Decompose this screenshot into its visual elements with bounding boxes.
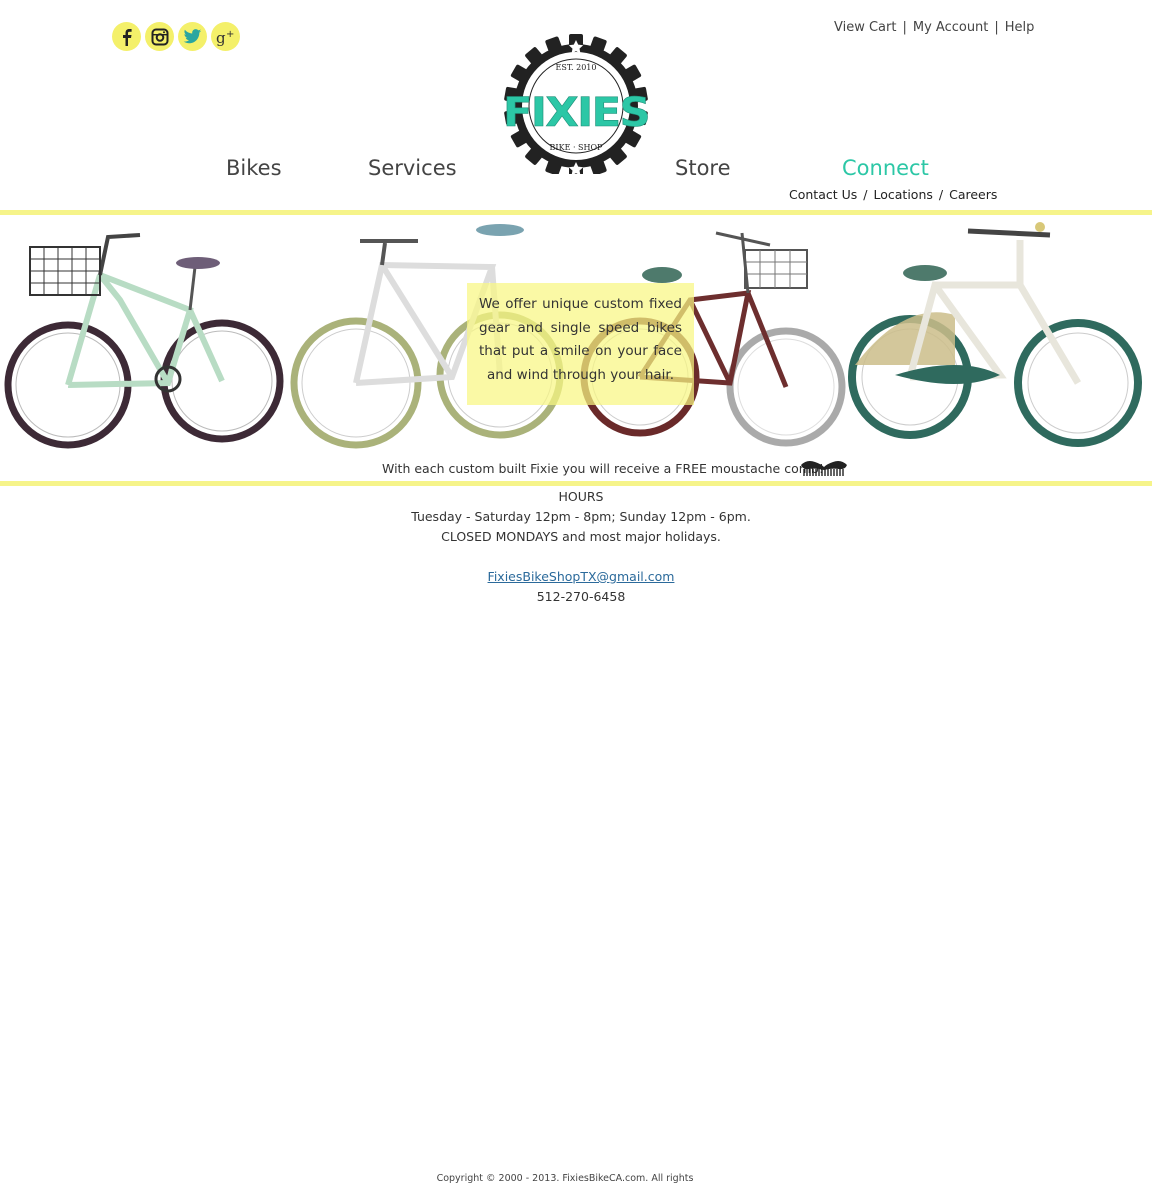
twitter-icon[interactable]	[178, 22, 207, 51]
nav-services[interactable]: Services	[368, 156, 457, 180]
subnav-careers[interactable]: Careers	[949, 187, 997, 202]
my-account-link[interactable]: My Account	[913, 20, 989, 35]
social-links: g +	[112, 22, 240, 51]
nav-bikes[interactable]: Bikes	[226, 156, 282, 180]
logo-sub-text: BIKE · SHOP	[550, 143, 604, 152]
fixies-logo[interactable]: EST. 2010 FIXIES BIKE · SHOP	[500, 34, 652, 178]
link-separator: |	[902, 20, 907, 35]
help-link[interactable]: Help	[1005, 20, 1035, 35]
store-info: HOURS Tuesday - Saturday 12pm - 8pm; Sun…	[0, 487, 1152, 607]
nav-store[interactable]: Store	[675, 156, 731, 180]
mint-bike-image	[4, 233, 284, 449]
logo-est-text: EST. 2010	[556, 63, 597, 72]
subnav-separator: /	[863, 187, 868, 202]
promo-box: We offer unique custom fixed gear and si…	[467, 283, 694, 405]
connect-subnav: Contact Us / Locations / Careers	[789, 187, 997, 202]
subnav-contact-us[interactable]: Contact Us	[789, 187, 857, 202]
copyright-text: Copyright © 2000 - 2013. FixiesBikeCA.co…	[436, 1173, 694, 1184]
logo-wordmark: FIXIES	[503, 90, 649, 136]
instagram-icon[interactable]	[145, 22, 174, 51]
hours-title: HOURS	[558, 489, 604, 504]
view-cart-link[interactable]: View Cart	[834, 20, 896, 35]
nav-connect[interactable]: Connect	[842, 156, 929, 180]
subnav-separator: /	[938, 187, 944, 202]
google-plus-icon[interactable]: g +	[211, 22, 240, 51]
svg-text:g: g	[216, 29, 226, 46]
email-link[interactable]: FixiesBikeShopTX@gmail.com	[488, 569, 675, 584]
moustache-comb-text: With each custom built Fixie you will re…	[382, 461, 824, 476]
link-separator: |	[994, 20, 999, 35]
svg-text:+: +	[226, 29, 234, 40]
cream-bike-image	[848, 222, 1142, 447]
facebook-icon[interactable]	[112, 22, 141, 51]
closed-line: CLOSED MONDAYS and most major holidays.	[441, 529, 721, 544]
hours-line: Tuesday - Saturday 12pm - 8pm; Sunday 12…	[411, 509, 751, 524]
promo-text: We offer unique custom fixed gear and si…	[479, 296, 682, 383]
account-links: View Cart | My Account | Help	[834, 20, 1034, 35]
subnav-locations[interactable]: Locations	[874, 187, 933, 202]
hero-banner: We offer unique custom fixed gear and si…	[0, 210, 1152, 486]
moustache-comb-icon	[801, 461, 847, 476]
phone-number: 512-270-6458	[536, 589, 626, 604]
